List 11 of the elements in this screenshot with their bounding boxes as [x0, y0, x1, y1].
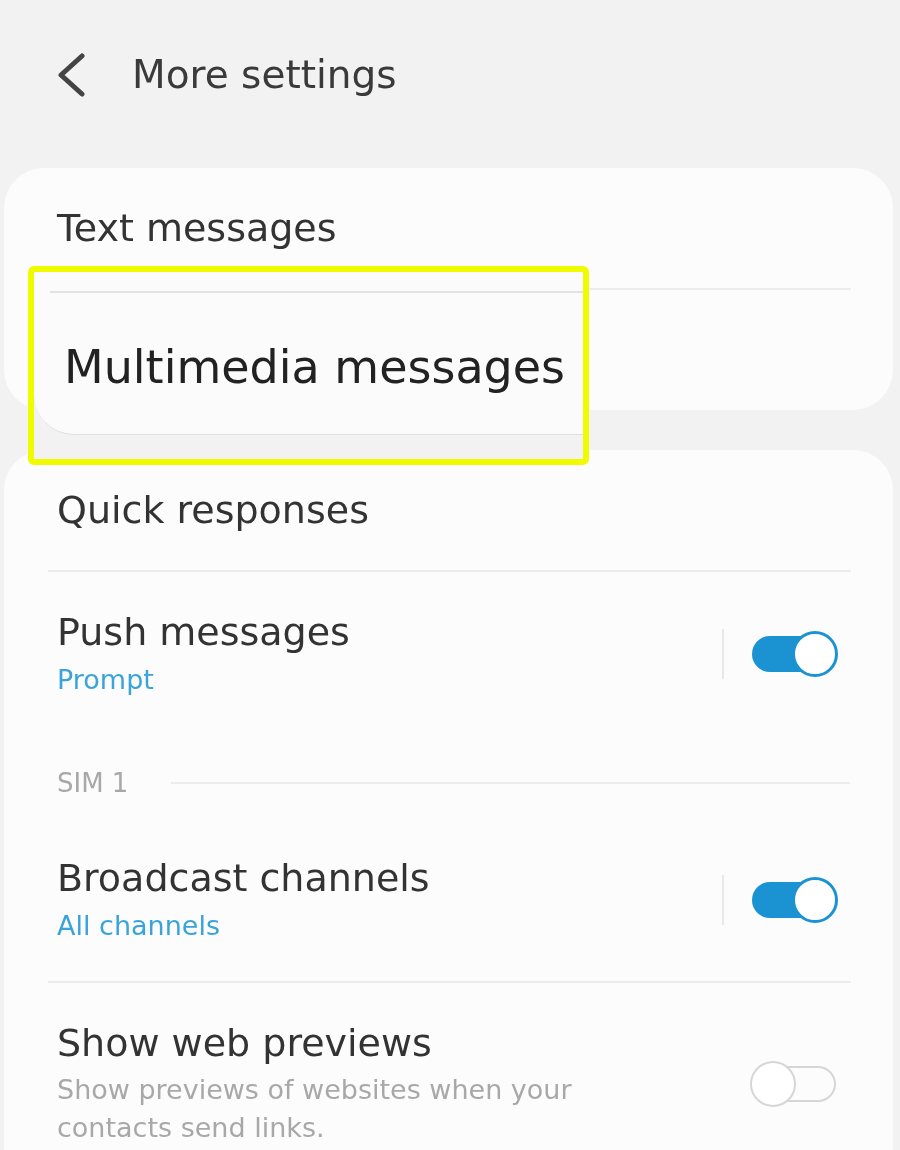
setting-value: All channels [57, 909, 220, 943]
section-header: SIM 1 [57, 770, 129, 796]
page-title: More settings [132, 51, 397, 99]
setting-title[interactable]: Show web previews [57, 1021, 432, 1065]
setting-title[interactable]: Push messages [57, 610, 350, 654]
setting-description: Show previews of websites when your contacts send links. [57, 1073, 573, 1145]
back-icon[interactable] [56, 53, 86, 97]
setting-value: Prompt [57, 663, 154, 697]
setting-title[interactable]: Quick responses [57, 488, 369, 532]
setting-title[interactable]: Text messages [57, 206, 337, 250]
setting-title[interactable]: Broadcast channels [57, 856, 430, 900]
